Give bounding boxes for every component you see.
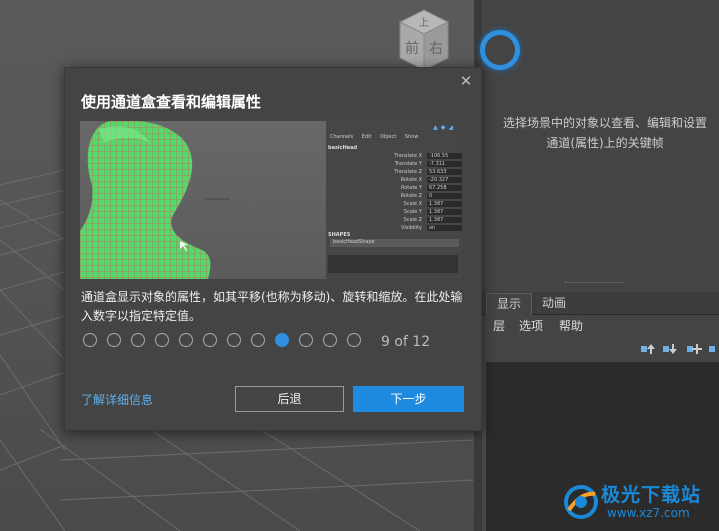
- preview-shapes-label: SHAPES: [328, 232, 351, 238]
- dialog-description: 通道盒显示对象的属性，如其平移(也称为移动)、旋转和缩放。在此处输入数字以指定特…: [81, 290, 463, 323]
- resize-handle[interactable]: [565, 282, 623, 285]
- preview-shape-name: basicHeadShape: [330, 239, 459, 247]
- preview-viewport: [80, 121, 326, 279]
- preview-attribute-row: Rotate Y 67.258: [330, 185, 462, 193]
- preview-channel-box: ▲◆◢ Channels Edit Object Show basicHead …: [326, 121, 462, 279]
- move-layer-down-icon[interactable]: [662, 342, 678, 356]
- preview-attribute-row: Scale Y 1.387: [330, 209, 462, 217]
- page-dot[interactable]: [227, 333, 241, 347]
- preview-attribute-row: Scale Z 1.387: [330, 217, 462, 225]
- attribute-value: -7.311: [427, 161, 462, 167]
- menu-help[interactable]: 帮助: [559, 316, 583, 336]
- preview-attribute-list: Translate X -106.55 Translate Y -7.311 Tra…: [330, 153, 462, 233]
- layer-toolbar: [482, 337, 719, 361]
- watermark-url: www.xz7.com: [607, 506, 690, 520]
- viewcube-front-label: 前: [405, 40, 419, 57]
- preview-panel-icons: ▲◆◢: [433, 124, 456, 131]
- attribute-value: 0: [427, 193, 462, 199]
- move-layer-up-icon[interactable]: [640, 342, 656, 356]
- layer-editor-tabs: 显示 动画: [482, 292, 719, 315]
- page-dot[interactable]: [203, 333, 217, 347]
- preview-attribute-row: Translate X -106.55: [330, 153, 462, 161]
- attribute-value: -20.327: [427, 177, 462, 183]
- preview-attribute-row: Rotate Z 0: [330, 193, 462, 201]
- page-count: 9 of 12: [381, 334, 431, 350]
- layer-menu-bar: 层 选项 帮助: [482, 315, 719, 337]
- page-dot[interactable]: [323, 333, 337, 347]
- attribute-value: 1.387: [427, 201, 462, 207]
- attribute-name: Scale Y: [403, 209, 422, 215]
- attribute-value: on: [427, 225, 462, 231]
- preview-attribute-row: Rotate X -20.327: [330, 177, 462, 185]
- head-wireframe-illustration: [80, 121, 230, 279]
- highlight-ring: [480, 30, 520, 70]
- page-dot[interactable]: [299, 333, 313, 347]
- dialog-title: 使用通道盒查看和编辑属性: [81, 93, 262, 111]
- attribute-name: Visibility: [401, 225, 422, 231]
- new-layer-icon[interactable]: [686, 342, 702, 356]
- preview-menu-object: Object: [380, 134, 397, 140]
- preview-menu-show: Show: [404, 134, 419, 140]
- viewcube-right-label: 右: [429, 41, 443, 57]
- page-dot[interactable]: [347, 333, 361, 347]
- preview-empty-box: [328, 255, 458, 273]
- menu-options[interactable]: 选项: [519, 316, 543, 336]
- preview-menu-channels: Channels: [330, 134, 354, 140]
- page-dot[interactable]: [107, 333, 121, 347]
- watermark-title: 极光下载站: [601, 484, 702, 506]
- channel-box-hint: 选择场景中的对象以查看、编辑和设置通道(属性)上的关键帧: [502, 116, 707, 150]
- page-dot[interactable]: [131, 333, 145, 347]
- attribute-name: Scale X: [403, 201, 422, 207]
- attribute-name: Rotate X: [400, 177, 422, 183]
- viewcube-top-label: 上: [419, 17, 429, 29]
- preview-attribute-row: Scale X 1.387: [330, 201, 462, 209]
- attribute-name: Translate X: [394, 153, 422, 159]
- watermark-logo-icon: [564, 485, 598, 519]
- attribute-value: 53.633: [427, 169, 462, 175]
- attribute-name: Translate Z: [394, 169, 422, 175]
- preview-object-name: basicHead: [328, 145, 358, 151]
- page-dot[interactable]: [179, 333, 193, 347]
- site-watermark: 极光下载站 www.xz7.com: [555, 478, 719, 530]
- tutorial-dialog: ✕ 使用通道盒查看和编辑属性 ▲◆◢ Channels Edit Object …: [64, 67, 482, 431]
- attribute-value: 1.387: [427, 209, 462, 215]
- next-button[interactable]: 下一步: [353, 386, 464, 412]
- new-layer-selected-icon[interactable]: [708, 342, 719, 356]
- attribute-value: -106.55: [427, 153, 462, 159]
- preview-menu-edit: Edit: [361, 134, 372, 140]
- tutorial-preview-image: ▲◆◢ Channels Edit Object Show basicHead …: [80, 121, 462, 279]
- attribute-value: 1.387: [427, 217, 462, 223]
- page-dot[interactable]: [251, 333, 265, 347]
- attribute-name: Scale Z: [403, 217, 422, 223]
- attribute-name: Translate Y: [394, 161, 422, 167]
- attribute-value: 67.258: [427, 185, 462, 191]
- attribute-name: Rotate Y: [400, 185, 422, 191]
- learn-more-link[interactable]: 了解详细信息: [81, 391, 153, 408]
- preview-channel-menu: Channels Edit Object Show: [330, 134, 425, 140]
- preview-attribute-row: Translate Y -7.311: [330, 161, 462, 169]
- attribute-name: Rotate Z: [400, 193, 422, 199]
- page-dot[interactable]: [83, 333, 97, 347]
- menu-layers[interactable]: 层: [493, 316, 505, 336]
- page-dot-current[interactable]: [275, 333, 289, 347]
- page-dot[interactable]: [155, 333, 169, 347]
- preview-attribute-row: Translate Z 53.633: [330, 169, 462, 177]
- back-button[interactable]: 后退: [235, 386, 344, 412]
- close-icon[interactable]: ✕: [459, 74, 473, 89]
- tab-display[interactable]: 显示: [486, 293, 532, 315]
- tab-animation[interactable]: 动画: [532, 293, 576, 314]
